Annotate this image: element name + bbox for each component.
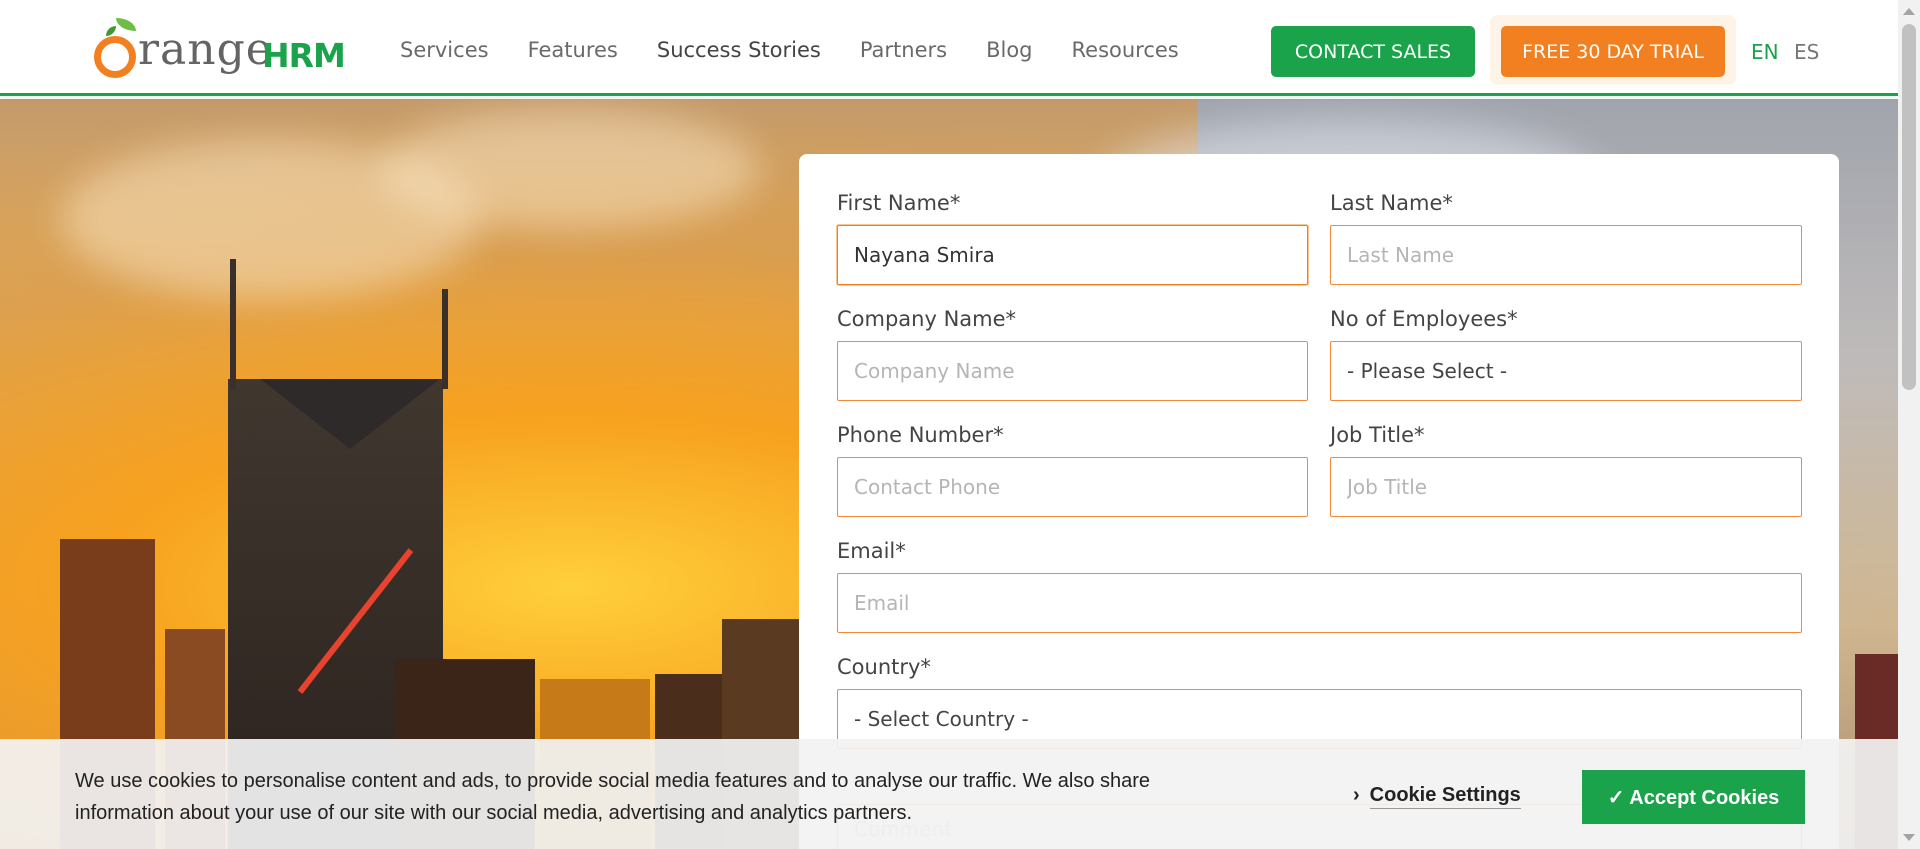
accept-cookies-button[interactable]: ✓ Accept Cookies [1582,770,1805,824]
orange-logo-icon [94,36,136,78]
free-trial-wrapper: FREE 30 DAY TRIAL [1490,15,1736,85]
email-field[interactable] [837,573,1802,633]
first-name-label: First Name* [837,191,961,215]
logo-hrm-text: HRM [262,36,346,75]
job-title-field[interactable] [1330,457,1802,517]
phone-label: Phone Number* [837,423,1004,447]
country-selected-value: - Select Country - [854,707,1029,731]
nav-success-stories[interactable]: Success Stories [657,38,821,62]
email-input[interactable] [854,574,1801,632]
phone-input[interactable] [854,458,1307,516]
cookie-settings-link[interactable]: › Cookie Settings [1353,784,1521,809]
nav-resources[interactable]: Resources [1072,38,1179,62]
leaf-icon [116,18,136,31]
phone-field[interactable] [837,457,1308,517]
job-title-input[interactable] [1347,458,1801,516]
company-name-label: Company Name* [837,307,1017,331]
employees-select[interactable]: - Please Select - [1330,341,1802,401]
nav-services[interactable]: Services [400,38,489,62]
employees-selected-value: - Please Select - [1347,359,1508,383]
company-name-input[interactable] [854,342,1307,400]
nav-features[interactable]: Features [528,38,618,62]
language-es[interactable]: ES [1794,40,1819,64]
page-scrollbar[interactable] [1898,0,1920,849]
orangehrm-logo[interactable]: range HRM [90,14,346,80]
main-nav: Services Features Success Stories Partne… [400,38,1218,62]
first-name-field[interactable] [837,225,1308,285]
scroll-down-icon[interactable] [1903,834,1915,841]
first-name-input[interactable] [854,226,1307,284]
language-en[interactable]: EN [1751,40,1779,64]
free-trial-button[interactable]: FREE 30 DAY TRIAL [1501,26,1725,77]
scrollbar-thumb[interactable] [1902,24,1916,390]
cookie-settings-label: Cookie Settings [1369,784,1521,809]
site-header: range HRM Services Features Success Stor… [0,0,1898,96]
leaf-small-icon [106,26,116,36]
last-name-input[interactable] [1347,226,1801,284]
cookie-message: We use cookies to personalise content an… [75,770,1151,824]
employees-label: No of Employees* [1330,307,1518,331]
chevron-right-icon: › [1353,784,1360,806]
email-label: Email* [837,539,906,563]
nav-blog[interactable]: Blog [986,38,1032,62]
nav-partners[interactable]: Partners [860,38,947,62]
last-name-label: Last Name* [1330,191,1453,215]
country-label: Country* [837,655,931,679]
scroll-up-icon[interactable] [1903,8,1915,15]
company-name-field[interactable] [837,341,1308,401]
contact-sales-button[interactable]: CONTACT SALES [1271,26,1475,77]
last-name-field[interactable] [1330,225,1802,285]
cookie-banner: We use cookies to personalise content an… [0,739,1898,849]
logo-text: range [138,24,273,75]
job-title-label: Job Title* [1330,423,1425,447]
